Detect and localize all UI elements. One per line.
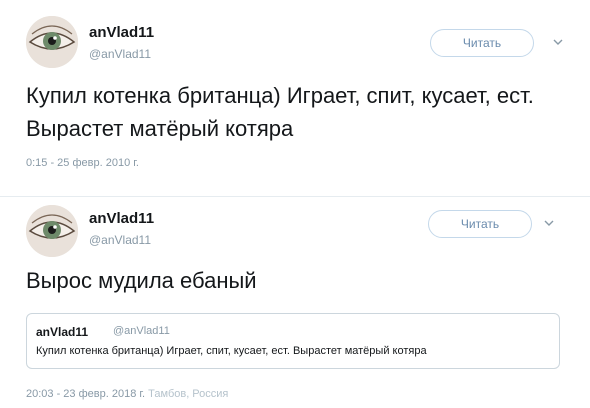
quoted-author-name: anVlad11 — [36, 325, 89, 339]
author-name[interactable]: anVlad11 — [89, 210, 154, 227]
tweet-text: Вырос мудила ебаный — [26, 268, 257, 293]
tweet-timestamp[interactable]: 20:03 - 23 февр. 2018 г. — [26, 388, 145, 400]
tweet-reply: anVlad11 @anVlad11 Читать Вырос мудила е… — [0, 196, 590, 408]
tweet-text: Купил котенка британца) Играет, спит, ку… — [26, 83, 534, 141]
author-handle[interactable]: @anVlad11 — [89, 233, 151, 247]
tweet-timestamp[interactable]: 0:15 - 25 февр. 2010 г. — [26, 157, 139, 169]
quoted-tweet[interactable]: anVlad11 @anVlad11 Купил котенка британц… — [26, 313, 560, 369]
tweet-location[interactable]: Тамбов, Россия — [148, 388, 228, 400]
follow-button[interactable]: Читать — [430, 29, 534, 57]
tweet-timestamp-row: 20:03 - 23 февр. 2018 г. Тамбов, Россия — [26, 388, 228, 400]
author-handle[interactable]: @anVlad11 — [89, 47, 151, 61]
author-name[interactable]: anVlad11 — [89, 24, 154, 41]
tweet-original: anVlad11 @anVlad11 Читать Купил котенка … — [0, 0, 590, 197]
quoted-author-handle: @anVlad11 — [113, 325, 170, 337]
eye-avatar-icon[interactable] — [26, 16, 78, 68]
chevron-down-icon[interactable] — [542, 216, 556, 230]
follow-button[interactable]: Читать — [428, 210, 532, 238]
eye-avatar-icon[interactable] — [26, 205, 78, 257]
chevron-down-icon[interactable] — [551, 35, 565, 49]
quoted-tweet-text: Купил котенка британца) Играет, спит, ку… — [36, 345, 427, 357]
